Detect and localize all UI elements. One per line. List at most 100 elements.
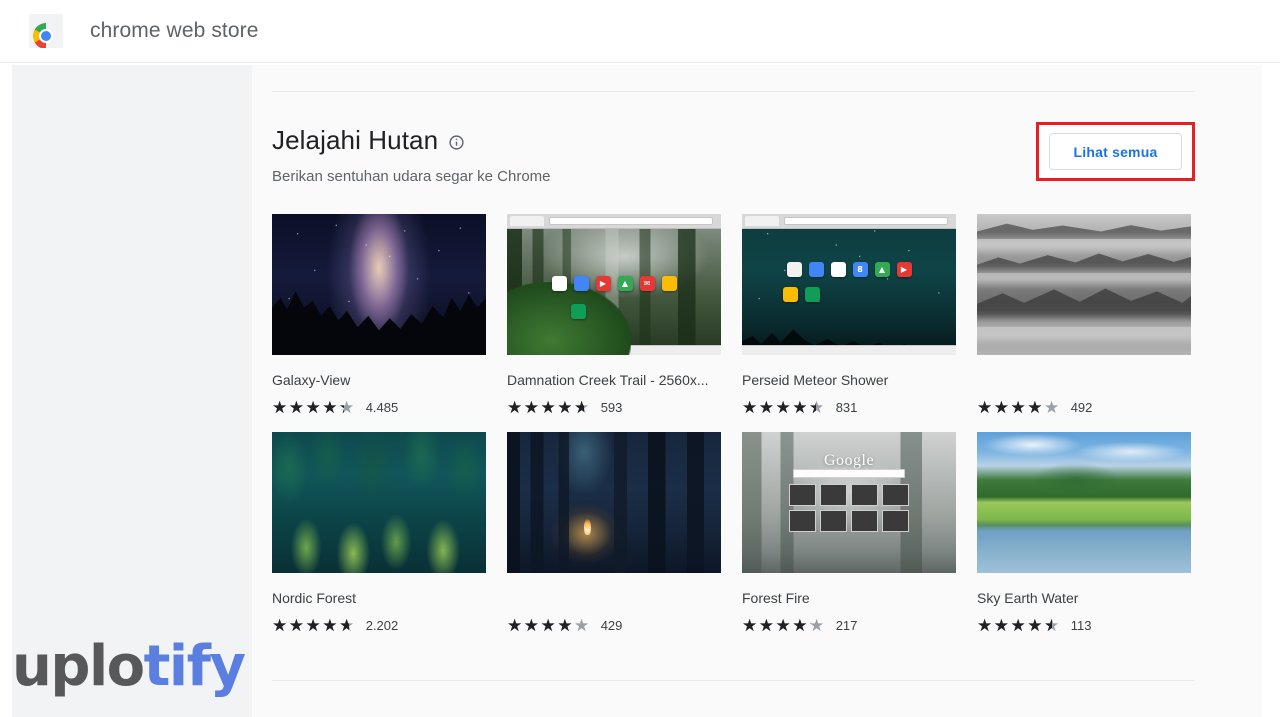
keep-app-icon[interactable] [661,276,677,292]
sheets-app-icon[interactable] [804,287,820,303]
watermark-part-b: tify [143,634,246,699]
docs-app-icon[interactable] [573,276,589,292]
youtube-app-icon[interactable]: ▶ [896,261,912,277]
star-rating-filled: ★★★★★ [272,399,344,416]
see-all-button[interactable]: Lihat semua [1049,133,1182,170]
browser-omnibox[interactable] [784,217,948,225]
theme-thumbnail[interactable]: Google [742,432,956,573]
star-rating: ★★★★★ ★★★★★ [507,617,591,634]
rating-count: 429 [600,617,623,633]
star-rating-filled: ★★★★★ [507,399,584,416]
app-icon-glyph: ✉ [643,279,651,289]
slides-app-icon[interactable] [782,287,798,303]
stars-art [742,214,956,355]
theme-thumbnail[interactable] [977,432,1191,573]
browser-omnibox[interactable] [549,217,713,225]
calendar-app-icon[interactable]: 8 [852,261,868,277]
star-rating-filled: ★★★★★ [272,617,349,634]
theme-thumbnail[interactable] [507,432,721,573]
lake-hills-art [977,432,1191,573]
theme-thumbnail[interactable]: ✉ 8 ▲ ▶ [742,214,956,355]
theme-card[interactable]: ★★★★★ ★★★★★ 429 [507,432,721,634]
shortcut-tile[interactable] [851,484,878,507]
app-icon-glyph: ✉ [834,264,842,274]
shortcut-tile[interactable] [789,510,817,533]
rating-row: ★★★★★ ★★★★★ 113 [977,617,1191,634]
pine-forest-art [272,432,486,573]
rating-count: 113 [1070,617,1092,633]
page-body: Jelajahi Hutan Berikan sentuhan udara se… [0,63,1280,717]
sheets-app-icon[interactable] [571,304,587,320]
app-icon-glyph: ▲ [621,279,629,289]
app-icon-glyph: ▶ [900,264,908,274]
shortcut-tile[interactable] [820,484,847,507]
theme-title: Forest Fire [742,590,810,606]
shortcut-tile[interactable] [851,510,878,533]
rating-row: ★★★★★ ★★★★★ 593 [507,399,721,416]
chrome-app-icon[interactable] [551,276,567,292]
theme-card[interactable]: ▶ ▲ ✉ Damnation Creek Trail - 2560x... ★★★… [507,214,721,416]
section-header: Jelajahi Hutan Berikan sentuhan udara se… [272,125,551,185]
rating-count: 2.202 [365,617,399,633]
star-rating: ★★★★★ ★★★★★ [272,617,356,634]
fog-band-art [977,318,1191,341]
star-rating: ★★★★★ ★★★★★ [507,399,591,416]
theme-card[interactable]: Nordic Forest ★★★★★ ★★★★★ 2.202 [272,432,486,634]
photos-app-icon[interactable] [786,261,802,277]
browser-statusbar [742,345,956,355]
fog-band-art [977,237,1191,251]
star-rating: ★★★★★ ★★★★★ [742,399,826,416]
theme-title: Galaxy-View [272,372,351,388]
rating-count: 492 [1070,399,1093,415]
app-icon-row-2 [742,287,956,303]
gmail-app-icon[interactable]: ✉ [639,276,655,292]
drive-app-icon[interactable]: ▲ [874,261,890,277]
star-rating: ★★★★★ ★★★★★ [742,617,826,634]
rating-row: ★★★★★ ★★★★★ 831 [742,399,956,416]
rating-row: ★★★★★ ★★★★★ 492 [977,399,1191,416]
shortcut-tile[interactable] [881,484,909,507]
google-wordmark: Google [823,451,875,469]
shortcut-tile[interactable] [820,510,847,533]
theme-title: Nordic Forest [272,590,357,606]
theme-card[interactable]: ★★★★★ ★★★★★ 492 [977,214,1191,416]
drive-app-icon[interactable]: ▲ [617,276,633,292]
theme-thumbnail[interactable] [977,214,1191,355]
section-title-row: Jelajahi Hutan [272,125,551,156]
app-title[interactable]: chrome web store [90,19,259,43]
chrome-logo-icon[interactable] [29,14,63,48]
app-icon-glyph: ▶ [599,279,607,289]
rating-count: 593 [600,399,623,415]
theme-title [507,590,721,607]
rating-count: 831 [835,399,858,415]
search-input[interactable] [793,468,905,478]
gmail-app-icon[interactable]: ✉ [830,261,846,277]
docs-app-icon[interactable] [808,261,824,277]
theme-title [977,372,1191,389]
theme-thumbnail[interactable] [272,432,486,573]
shortcut-tile[interactable] [881,510,909,533]
theme-card[interactable]: Galaxy-View ★★★★★ ★★★★★ 4.485 [272,214,486,416]
page-title: Jelajahi Hutan [272,125,439,155]
theme-card[interactable]: ✉ 8 ▲ ▶ Perseid Meteor Shower ★★★★★ ★★★★★ 8… [742,214,956,416]
theme-card[interactable]: Google Forest Fire ★★★★★ ★★★★★ 217 [742,432,956,634]
watermark-part-a: uplo [12,634,145,699]
theme-grid: Galaxy-View ★★★★★ ★★★★★ 4.485 ▶ ▲ ✉ [272,214,1194,634]
browser-tab[interactable] [745,216,779,226]
star-rating: ★★★★★ ★★★★★ [977,617,1061,634]
theme-thumbnail[interactable]: ▶ ▲ ✉ [507,214,721,355]
rating-count: 217 [835,617,858,633]
fog-band-art [977,270,1191,285]
browser-tab[interactable] [510,216,544,226]
star-rating-filled: ★★★★★ [507,617,574,634]
youtube-app-icon[interactable]: ▶ [595,276,611,292]
theme-thumbnail[interactable] [272,214,486,355]
star-rating: ★★★★★ ★★★★★ [977,399,1061,416]
theme-title: Perseid Meteor Shower [742,372,889,388]
rating-row: ★★★★★ ★★★★★ 2.202 [272,617,486,634]
browser-toolbar [742,214,956,229]
theme-card[interactable]: Sky Earth Water ★★★★★ ★★★★★ 113 [977,432,1191,634]
info-icon[interactable] [448,134,465,151]
shortcut-tile[interactable] [789,484,817,507]
rating-row: ★★★★★ ★★★★★ 4.485 [272,399,486,416]
